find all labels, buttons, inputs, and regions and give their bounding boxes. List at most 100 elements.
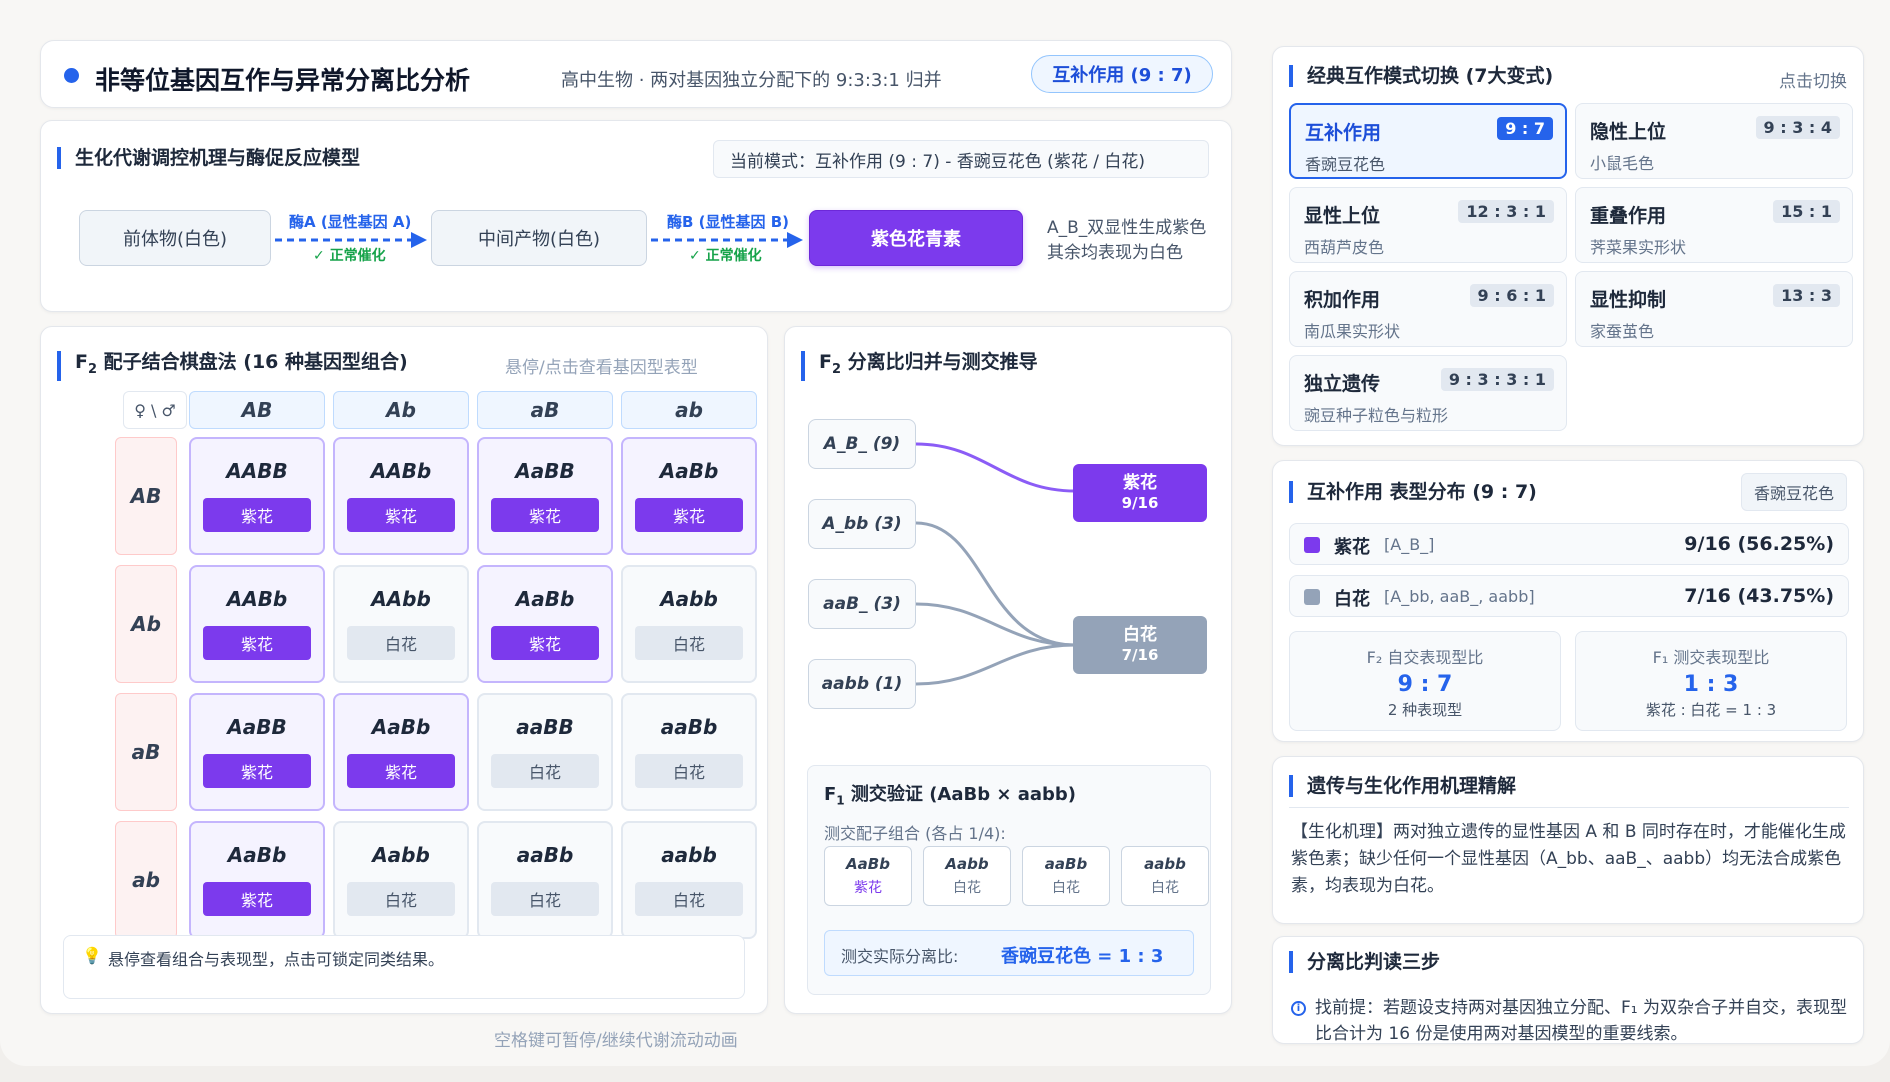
purple-genotype: [A_B_]: [1384, 535, 1435, 554]
punnett-cell[interactable]: AABB 紫花: [189, 437, 325, 555]
cell-phenotype: 白花: [347, 882, 455, 916]
punnett-cell[interactable]: AABb 紫花: [189, 565, 325, 683]
cell-genotype: aaBb: [516, 843, 574, 867]
mode-option[interactable]: 隐性上位 9 : 3 : 4 小鼠毛色: [1575, 103, 1853, 179]
purple-distribution-row[interactable]: 紫花 [A_B_] 9/16 (56.25%): [1289, 523, 1849, 565]
gamete-col-header: ab: [621, 391, 757, 429]
gamete-row-header: ab: [115, 821, 177, 939]
punnett-cell[interactable]: Aabb 白花: [333, 821, 469, 939]
testcross-cell[interactable]: AaBb 紫花: [824, 846, 912, 906]
mode-name: 独立遗传: [1304, 373, 1381, 395]
punnett-cell[interactable]: AABb 紫花: [333, 437, 469, 555]
purple-phenotype-node[interactable]: 紫花 9/16: [1073, 464, 1207, 522]
cell-genotype: AaBB: [515, 459, 575, 483]
mode-desc: 西葫芦皮色: [1304, 238, 1385, 257]
current-mode-box: 当前模式：互补作用 (9 : 7) - 香豌豆花色 (紫花 / 白花): [713, 140, 1209, 178]
testcross-stat: F₁ 测交表现型比 1 : 3 紫花 : 白花 = 1 : 3: [1575, 631, 1847, 731]
punnett-cell[interactable]: AaBb 紫花: [477, 565, 613, 683]
mode-ratio: 12 : 3 : 1: [1458, 200, 1554, 223]
punnett-cell[interactable]: AaBb 紫花: [621, 437, 757, 555]
genotype-node-aab[interactable]: aaB_ (3): [808, 579, 916, 629]
punnett-cell[interactable]: aabb 白花: [621, 821, 757, 939]
cell-genotype: AAbb: [371, 587, 431, 611]
testcross-box: F1 测交验证 (AaBb × aabb) 测交配子组合 (各占 1/4): A…: [807, 765, 1211, 995]
cell-phenotype: 紫花: [635, 498, 743, 532]
cell-phenotype: 紫花: [203, 754, 311, 788]
mode-option[interactable]: 独立遗传 9 : 3 : 3 : 1 豌豆种子粒色与粒形: [1289, 355, 1567, 431]
punnett-corner: ♀ \ ♂: [123, 391, 187, 429]
lightbulb-icon: 💡: [82, 946, 102, 965]
mode-option[interactable]: 互补作用 9 : 7 香豌豆花色: [1289, 103, 1567, 179]
testcross-cell[interactable]: Aabb 白花: [923, 846, 1011, 906]
steps-title: 分离比判读三步: [1289, 951, 1440, 973]
mechanism-panel: 遗传与生化作用机理精解 【生化机理】两对独立遗传的显性基因 A 和 B 同时存在…: [1272, 756, 1864, 924]
punnett-cell[interactable]: aaBB 白花: [477, 693, 613, 811]
punnett-cell[interactable]: AAbb 白花: [333, 565, 469, 683]
mode-name: 互补作用: [1305, 122, 1382, 144]
mechanism-text: 【生化机理】两对独立遗传的显性基因 A 和 B 同时存在时，才能催化生成紫色素；…: [1291, 822, 1846, 896]
punnett-cell[interactable]: AaBB 紫花: [189, 693, 325, 811]
mode-option[interactable]: 显性抑制 13 : 3 家蚕茧色: [1575, 271, 1853, 347]
cell-phenotype: 白花: [491, 882, 599, 916]
white-value: 7/16 (43.75%): [1684, 585, 1834, 607]
step-1-text: 找前提：若题设支持两对基因独立分配、F₁ 为双杂合子并自交，表现型比合计为 16…: [1315, 998, 1847, 1044]
mode-name: 显性抑制: [1590, 289, 1667, 311]
cell-phenotype: 紫花: [491, 498, 599, 532]
pathway-note-1: A_B_双显性生成紫色: [1047, 218, 1207, 238]
punnett-cell[interactable]: aaBb 白花: [621, 693, 757, 811]
intermediate-node[interactable]: 中间产物(白色): [431, 210, 647, 266]
cell-phenotype: 紫花: [203, 626, 311, 660]
steps-panel: 分离比判读三步 i 找前提：若题设支持两对基因独立分配、F₁ 为双杂合子并自交，…: [1272, 936, 1864, 1044]
pigment-node[interactable]: 紫色花青素: [809, 210, 1023, 266]
cell-genotype: AABb: [370, 459, 432, 483]
precursor-node[interactable]: 前体物(白色): [79, 210, 271, 266]
mode-desc: 香豌豆花色: [1305, 155, 1386, 174]
modes-action[interactable]: 点击切换: [1779, 67, 1847, 92]
testcross-cell[interactable]: aabb 白花: [1121, 846, 1209, 906]
selfcross-stat-title: F₂ 自交表现型比: [1366, 648, 1484, 667]
genotype-node-abb[interactable]: A_bb (3): [808, 499, 916, 549]
page-subtitle: 高中生物 · 两对基因独立分配下的 9:3:3:1 归并: [561, 70, 942, 91]
genotype-node-aabb[interactable]: aabb (1): [808, 659, 916, 709]
punnett-cell[interactable]: AaBb 紫花: [189, 821, 325, 939]
mode-option[interactable]: 显性上位 12 : 3 : 1 西葫芦皮色: [1289, 187, 1567, 263]
punnett-cell[interactable]: AaBB 紫花: [477, 437, 613, 555]
cell-phenotype: 白花: [635, 626, 743, 660]
white-phenotype-node[interactable]: 白花 7/16: [1073, 616, 1207, 674]
cell-genotype: AABB: [226, 459, 288, 483]
punnett-cell[interactable]: AaBb 紫花: [333, 693, 469, 811]
testcross-subtitle: 测交配子组合 (各占 1/4):: [824, 824, 1006, 843]
mode-option[interactable]: 重叠作用 15 : 1 荠菜果实形状: [1575, 187, 1853, 263]
mode-ratio: 13 : 3: [1773, 284, 1840, 307]
cell-genotype: AaBB: [227, 715, 287, 739]
gamete-row-header: aB: [115, 693, 177, 811]
cell-genotype: AABb: [226, 587, 288, 611]
mechanism-title: 遗传与生化作用机理精解: [1289, 775, 1516, 797]
mode-option[interactable]: 积加作用 9 : 6 : 1 南瓜果实形状: [1289, 271, 1567, 347]
testcross-result: 测交实际分离比: 香豌豆花色 = 1 : 3: [824, 930, 1194, 976]
mode-badge[interactable]: 互补作用 (9 : 7): [1031, 55, 1213, 93]
punnett-cell[interactable]: Aabb 白花: [621, 565, 757, 683]
mechanism-divider: [1289, 807, 1849, 808]
punnett-cell[interactable]: aaBb 白花: [477, 821, 613, 939]
punnett-title: F2 配子结合棋盘法 (16 种基因型组合): [57, 351, 408, 381]
cell-genotype: AaBb: [227, 843, 287, 867]
modes-panel: 经典互作模式切换 (7大变式) 点击切换 互补作用 9 : 7 香豌豆花色 隐性上位 9…: [1272, 46, 1864, 446]
purple-value: 9/16 (56.25%): [1684, 533, 1834, 555]
segregation-panel: F2 分离比归并与测交推导 A_B_ (9) A_bb (3) aaB_ (3)…: [784, 326, 1232, 1014]
enzyme-a-status: ✓ 正常催化: [313, 248, 386, 264]
white-distribution-row[interactable]: 白花 [A_bb, aaB_, aabb] 7/16 (43.75%): [1289, 575, 1849, 617]
cell-phenotype: 白花: [635, 754, 743, 788]
testcross-genotype: Aabb: [945, 855, 989, 873]
mode-name: 积加作用: [1304, 289, 1381, 311]
mode-desc: 家蚕茧色: [1590, 322, 1655, 341]
mode-desc: 荠菜果实形状: [1590, 238, 1687, 257]
modes-title: 经典互作模式切换 (7大变式): [1289, 65, 1553, 87]
cell-genotype: AaBb: [515, 587, 575, 611]
cell-phenotype: 白花: [635, 882, 743, 916]
distribution-panel: 互补作用 表型分布 (9 : 7) 香豌豆花色 紫花 [A_B_] 9/16 (…: [1272, 460, 1864, 742]
testcross-cell[interactable]: aaBb 白花: [1022, 846, 1110, 906]
testcross-genotype: aabb: [1144, 855, 1186, 873]
genotype-node-ab-dominant[interactable]: A_B_ (9): [808, 419, 916, 469]
pathway-note-2: 其余均表现为白色: [1047, 243, 1183, 263]
